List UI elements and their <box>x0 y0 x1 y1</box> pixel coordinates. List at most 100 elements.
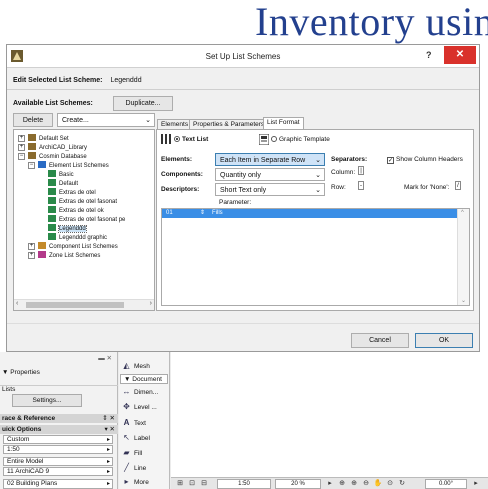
components-label: Components: <box>161 171 203 178</box>
column-separator-input[interactable]: | <box>358 166 364 175</box>
tree-item-legenddd-graphic[interactable]: Legenddd graphic <box>48 233 107 242</box>
tool-text[interactable]: A Text <box>121 418 169 429</box>
help-button[interactable]: ? <box>426 50 432 60</box>
tool-label[interactable]: ↖ Label <box>121 433 169 444</box>
create-select[interactable]: Create... ⌄ <box>57 113 155 127</box>
tool-more[interactable]: ▸ More <box>121 477 169 488</box>
properties-row[interactable]: ▼ Properties <box>0 369 118 376</box>
list-vertical-scrollbar[interactable]: ^ ⌄ <box>457 209 469 305</box>
collapse-icon[interactable]: − <box>28 162 35 169</box>
elements-label: Elements: <box>161 156 193 163</box>
zoom-fit-icon[interactable]: ⊕ <box>337 479 347 489</box>
expand-icon[interactable]: + <box>28 252 35 259</box>
separators-label: Separators: <box>331 156 368 163</box>
column-label: Column: <box>331 169 356 176</box>
text-list-option[interactable]: Text List <box>174 136 208 143</box>
angle-field[interactable]: 0.00° <box>425 479 467 489</box>
tree-item-legenddd[interactable]: Legenddd <box>48 224 87 233</box>
tree-item-extras-de-otel[interactable]: Extras de otel <box>48 188 96 197</box>
tree-item-basic[interactable]: Basic <box>48 170 74 179</box>
view-icon[interactable]: ⊞ <box>175 479 185 489</box>
layer-combination-select[interactable]: 02 Building Plans ▸ <box>3 479 113 489</box>
tree-item-default[interactable]: Default <box>48 179 78 188</box>
arrow-left-icon[interactable]: ‹ <box>16 300 18 307</box>
line-icon: ╱ <box>124 463 129 472</box>
custom-select[interactable]: Custom ▸ <box>3 435 113 444</box>
pan-icon[interactable]: ✋ <box>373 479 383 489</box>
arrow-down-icon[interactable]: ⌄ <box>461 297 466 304</box>
model-select[interactable]: Entire Model ▸ <box>3 457 113 466</box>
tree-item-element-list-schemes[interactable]: Element List Schemes <box>38 161 109 170</box>
parameter-list[interactable]: 01 ⇕ Fills ^ ⌄ <box>161 208 470 306</box>
zoom-previous-icon[interactable]: ⊙ <box>385 479 395 489</box>
components-select[interactable]: Quantity only ⌄ <box>215 168 325 181</box>
available-schemes-label: Available List Schemes: <box>13 100 93 107</box>
tool-mesh[interactable]: ◭ Mesh <box>121 361 169 372</box>
components-select-value: Quantity only <box>220 172 261 179</box>
descriptors-select[interactable]: Short Text only ⌄ <box>215 183 325 196</box>
tree-item-archicad-library[interactable]: ArchiCAD_Library <box>28 143 87 152</box>
tree-item-extras-de-otel-fasonat-pe[interactable]: Extras de otel fasonat pe <box>48 215 125 224</box>
settings-button[interactable]: Settings... <box>12 394 82 407</box>
tool-dimension[interactable]: ↔ Dimen... <box>121 387 169 398</box>
text-icon: A <box>123 418 130 427</box>
document-section-toggle[interactable]: ▼ Document <box>120 374 168 384</box>
panel-controls-icon[interactable]: ▾ ✕ <box>104 425 115 434</box>
arrow-up-icon[interactable]: ^ <box>461 210 464 216</box>
tree-item-component-list-schemes[interactable]: Component List Schemes <box>38 242 118 251</box>
play-icon[interactable]: ▸ <box>325 479 335 489</box>
quick-options-header[interactable]: uick Options ▾ ✕ <box>0 425 118 434</box>
collapse-icon[interactable]: − <box>18 153 25 160</box>
tool-line[interactable]: ╱ Line <box>121 463 169 474</box>
tree-item-zone-list-schemes[interactable]: Zone List Schemes <box>38 251 100 260</box>
list-item[interactable]: 01 ⇕ Fills <box>162 209 457 218</box>
scheme-icon <box>48 206 56 213</box>
divider <box>7 323 479 324</box>
close-button[interactable]: ✕ <box>444 46 476 64</box>
arrow-right-icon[interactable]: › <box>150 300 152 307</box>
zoom-window-icon[interactable]: ⊡ <box>187 479 197 489</box>
tree-horizontal-scrollbar[interactable]: ‹ › <box>14 299 154 310</box>
expand-icon[interactable]: + <box>28 243 35 250</box>
ok-button[interactable]: OK <box>415 333 473 348</box>
scrollbar-thumb[interactable] <box>26 302 124 308</box>
mark-for-none-input[interactable]: / <box>455 181 461 190</box>
cancel-button[interactable]: Cancel <box>351 333 409 348</box>
pen-set-select[interactable]: 11 ArchiCAD 9 ▸ <box>3 467 113 476</box>
panel-controls-icon[interactable]: ⇕ ✕ <box>102 414 115 423</box>
set-up-list-schemes-dialog: Set Up List Schemes ? ✕ Edit Selected Li… <box>6 44 480 352</box>
row-separator-input[interactable]: - <box>358 181 364 190</box>
duplicate-button[interactable]: Duplicate... <box>113 96 173 111</box>
scheme-icon <box>48 215 56 222</box>
scale-select[interactable]: 1:50 ▸ <box>3 445 113 454</box>
graphic-template-option[interactable]: Graphic Template <box>271 136 330 143</box>
tree-item-extras-de-otel-fasonat[interactable]: Extras de otel fasonat <box>48 197 117 206</box>
drawing-canvas[interactable] <box>171 352 488 477</box>
schemes-tree[interactable]: + Default Set + ArchiCAD_Library − Cosmi… <box>13 129 155 311</box>
dialog-titlebar: Set Up List Schemes ? ✕ <box>7 45 479 68</box>
zoom-out-icon[interactable]: ⊖ <box>361 479 371 489</box>
expand-icon[interactable]: + <box>18 135 25 142</box>
tool-fill[interactable]: ▰ Fill <box>121 448 169 459</box>
zoom-field[interactable]: 20 % <box>275 479 321 489</box>
tool-level[interactable]: ✥ Level ... <box>121 402 169 413</box>
trace-reference-header[interactable]: race & Reference ⇕ ✕ <box>0 414 118 423</box>
zone-icon <box>38 251 46 258</box>
tree-item-cosmin-database[interactable]: Cosmin Database <box>28 152 87 161</box>
scale-field[interactable]: 1:50 <box>217 479 271 489</box>
expand-icon[interactable]: + <box>18 144 25 151</box>
triangle-right-icon: ▸ <box>106 481 110 487</box>
edit-selected-value: Legenddd <box>110 77 142 84</box>
scheme-icon <box>48 233 56 240</box>
arrow-right-icon[interactable]: ▸ <box>471 479 481 489</box>
show-column-headers-checkbox[interactable]: ✓ Show Column Headers <box>387 156 463 164</box>
delete-button[interactable]: Delete <box>13 113 53 127</box>
tree-item-extras-de-otel-ok[interactable]: Extras de otel ok <box>48 206 104 215</box>
rotate-icon[interactable]: ↻ <box>397 479 407 489</box>
elements-select[interactable]: Each Item in Separate Row ⌄ <box>215 153 325 166</box>
zoom-in-icon[interactable]: ⊕ <box>349 479 359 489</box>
sort-arrows-icon[interactable]: ⇕ <box>200 209 205 218</box>
tree-item-default-set[interactable]: Default Set <box>28 134 69 143</box>
panel-menu-icon[interactable]: ▬ ✕ <box>0 354 118 362</box>
fit-icon[interactable]: ⊟ <box>199 479 209 489</box>
